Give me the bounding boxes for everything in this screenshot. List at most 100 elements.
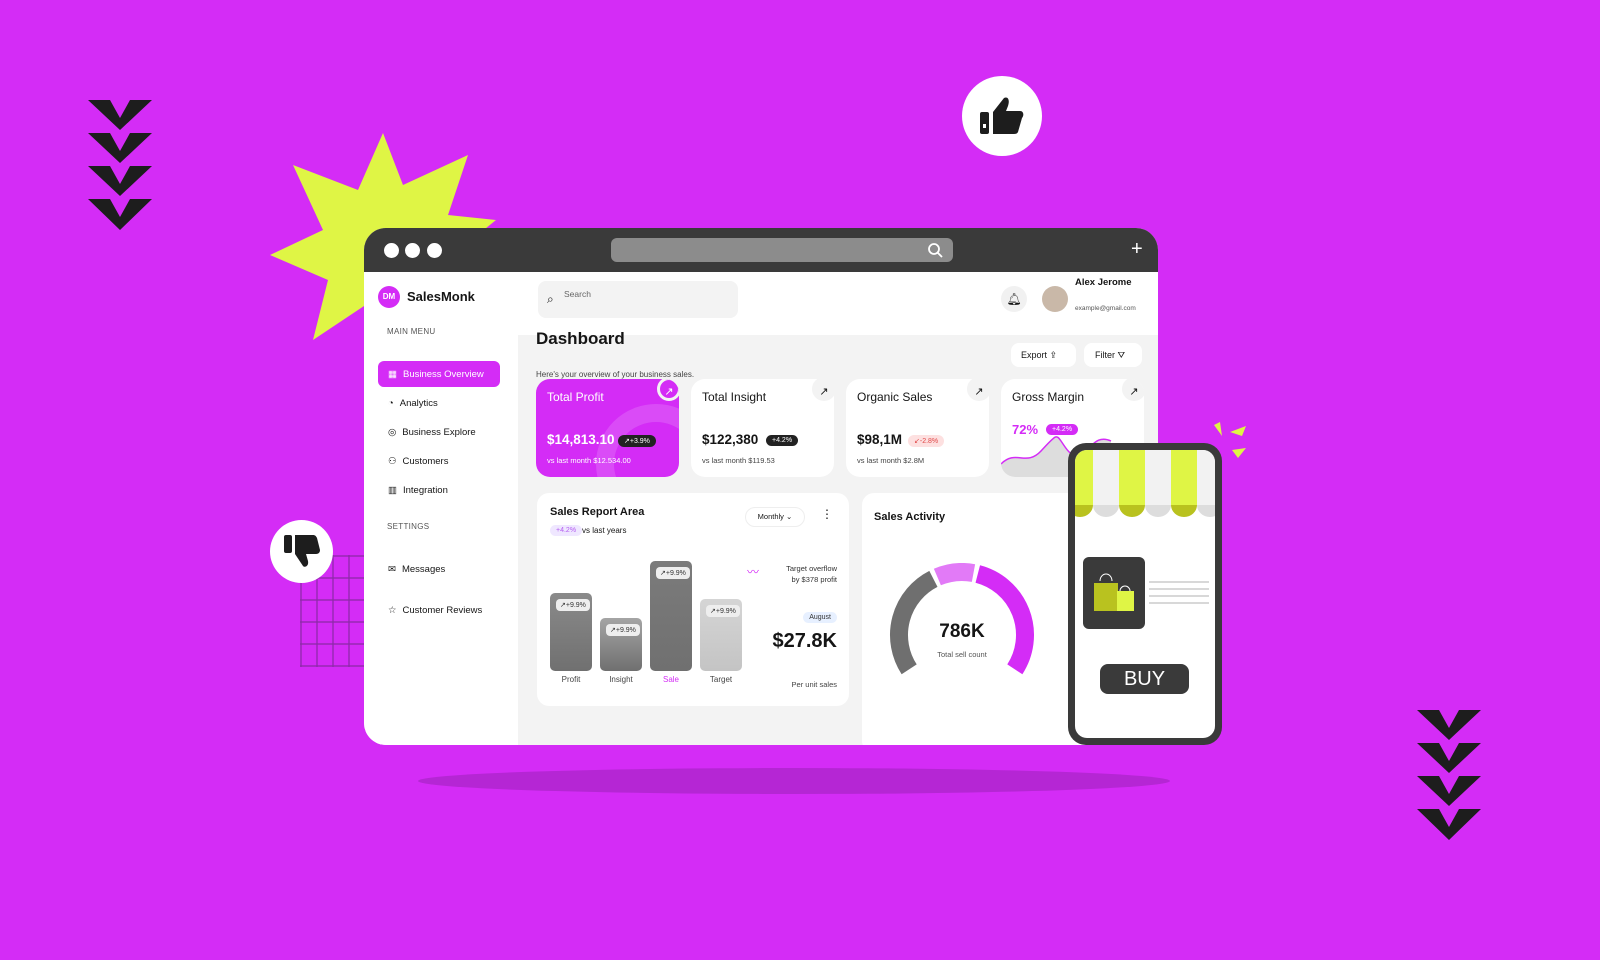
card-title: Total Profit — [547, 390, 604, 404]
card-title: Sales Activity — [874, 511, 946, 523]
awning-icon — [1075, 450, 1215, 517]
window-dot[interactable] — [405, 243, 420, 258]
logo: DM — [378, 286, 400, 308]
label: Integration — [402, 484, 448, 496]
arrow-up-right-icon[interactable]: ↗ — [812, 377, 836, 401]
gauge-segment — [933, 563, 976, 586]
description-lines — [1149, 581, 1209, 604]
thumbs-down-badge — [270, 520, 333, 583]
settings-label: SETTINGS — [387, 522, 430, 531]
bar-label: ↗+9.9% — [656, 567, 690, 579]
page-subtitle: Here's your overview of your business sa… — [536, 370, 695, 379]
star-icon: ☆ — [388, 604, 397, 616]
month-badge: August — [803, 612, 837, 623]
app-name: SalesMonk — [407, 289, 475, 304]
shadow — [418, 768, 1170, 794]
card-value: $98,1M — [857, 432, 903, 447]
user-name: Alex Jerome — [1075, 277, 1132, 288]
gauge-value: 786K — [939, 621, 985, 642]
thumbs-up-icon — [980, 97, 1024, 134]
sidebar-item-business-explore[interactable]: ◎ Business Explore — [378, 419, 500, 445]
export-button[interactable]: Export ⇪ — [1011, 343, 1076, 367]
bar-category: Sale — [662, 675, 679, 684]
top-header: ⌕ Search 🔔︎ Alex Jerome example@gmail.co… — [518, 272, 1158, 335]
bar-profit[interactable]: ↗+9.9% — [550, 593, 592, 671]
label: Customers — [402, 455, 449, 467]
overflow-note-2: by $378 profit — [791, 575, 837, 584]
sales-report-card: Sales Report Area +4.2% vs last years Mo… — [537, 493, 849, 706]
window-dot[interactable] — [384, 243, 399, 258]
period-value: Monthly — [757, 512, 784, 521]
new-tab-icon[interactable]: + — [1131, 238, 1143, 261]
trend-icon: 〰 — [747, 565, 760, 579]
grid-icon: ▦ — [388, 368, 397, 380]
card-organic-sales[interactable]: Organic Sales ↗ $98,1M ↙-2.8% vs last mo… — [846, 377, 991, 477]
browser-titlebar: + — [364, 228, 1158, 272]
address-bar[interactable] — [611, 238, 953, 262]
change-badge: +4.2% — [550, 525, 583, 536]
search-placeholder: Search — [564, 289, 591, 299]
sidebar-item-customer-reviews[interactable]: ☆ Customer Reviews — [378, 597, 500, 623]
sidebar-item-messages[interactable]: ✉ Messages — [378, 556, 500, 582]
change-badge: ↙-2.8% — [908, 435, 945, 447]
target-icon: ◎ — [388, 426, 397, 438]
phone-illustration: BUY — [1068, 443, 1222, 745]
buy-button[interactable]: BUY — [1100, 664, 1189, 694]
thumbs-up-badge — [962, 76, 1042, 156]
card-total-insight[interactable]: Total Insight ↗ $122,380 +4.2% vs last m… — [691, 377, 836, 477]
sparkle-decoration — [1214, 422, 1246, 458]
thumbs-down-icon — [283, 534, 320, 567]
label: Business Overview — [402, 368, 484, 380]
window-dot[interactable] — [427, 243, 442, 258]
bar-category: Profit — [561, 675, 581, 684]
card-sub: vs last month $2.8M — [857, 456, 925, 465]
sidebar-item-analytics[interactable]: ◔ Analytics — [378, 390, 500, 416]
arrow-up-right-icon[interactable]: ↗ — [967, 377, 991, 401]
amount-value: $27.8K — [772, 630, 838, 652]
card-value: $122,380 — [702, 432, 759, 447]
mail-icon: ✉ — [388, 563, 396, 575]
main-menu-label: MAIN MENU — [387, 327, 436, 336]
bar-category: Target — [709, 675, 733, 684]
bar-label: ↗+9.9% — [706, 605, 740, 617]
sidebar-item-business-overview[interactable]: ▦ Business Overview — [378, 361, 500, 387]
product-image — [1083, 557, 1145, 629]
bar-chart-icon: ▥ — [388, 484, 397, 496]
search-input[interactable]: ⌕ Search — [538, 281, 738, 318]
bar-label: ↗+9.9% — [606, 624, 640, 636]
change-badge: +4.2% — [766, 435, 799, 446]
bar-sale[interactable]: ↗+9.9% — [650, 561, 692, 671]
amount-unit: Per unit sales — [791, 680, 837, 689]
compare-text: vs last years — [582, 526, 627, 535]
filter-button[interactable]: Filter ⛛ — [1084, 343, 1142, 367]
user-email: example@gmail.com — [1075, 305, 1136, 312]
sidebar-item-integration[interactable]: ▥ Integration — [378, 477, 500, 503]
more-icon[interactable]: ⋮ — [821, 507, 833, 521]
label: Business Explore — [402, 426, 476, 438]
export-label: Export — [1021, 350, 1048, 360]
card-sub: vs last month $119.53 — [702, 456, 775, 465]
label: Messages — [401, 563, 446, 575]
card-title: Total Insight — [702, 390, 767, 404]
card-title: Gross Margin — [1012, 390, 1085, 404]
bell-icon[interactable]: 🔔︎ — [1001, 286, 1027, 312]
bar-target[interactable]: ↗+9.9% — [700, 599, 742, 671]
bar-insight[interactable]: ↗+9.9% — [600, 618, 642, 671]
page-title: Dashboard — [536, 329, 625, 348]
overflow-note-1: Target overflow — [786, 564, 837, 573]
bar-category: Insight — [609, 675, 633, 684]
sidebar: DM SalesMonk MAIN MENU ▦ Business Overvie… — [364, 272, 518, 745]
avatar[interactable] — [1042, 286, 1068, 312]
period-dropdown[interactable]: Monthly ⌄ — [745, 507, 805, 527]
sidebar-item-customers[interactable]: ⚇ Customers — [378, 448, 500, 474]
change-badge: ↗+3.9% — [618, 435, 656, 447]
overflow-note: Target overflow by $378 profit — [786, 563, 837, 585]
arrow-up-right-icon[interactable]: ↗ — [1122, 379, 1144, 401]
card-title: Sales Report Area — [550, 506, 645, 518]
browser-window: + DM SalesMonk MAIN MENU ▦ Business Overv… — [364, 228, 1158, 745]
chevrons-decoration — [88, 100, 152, 230]
pie-chart-icon: ◔ — [388, 397, 394, 409]
bar-label: ↗+9.9% — [556, 599, 590, 611]
arrow-up-right-icon[interactable]: ↗ — [657, 379, 679, 401]
card-total-profit[interactable]: Total Profit ↗ $14,813.10 ↗+3.9% vs last… — [536, 379, 679, 477]
